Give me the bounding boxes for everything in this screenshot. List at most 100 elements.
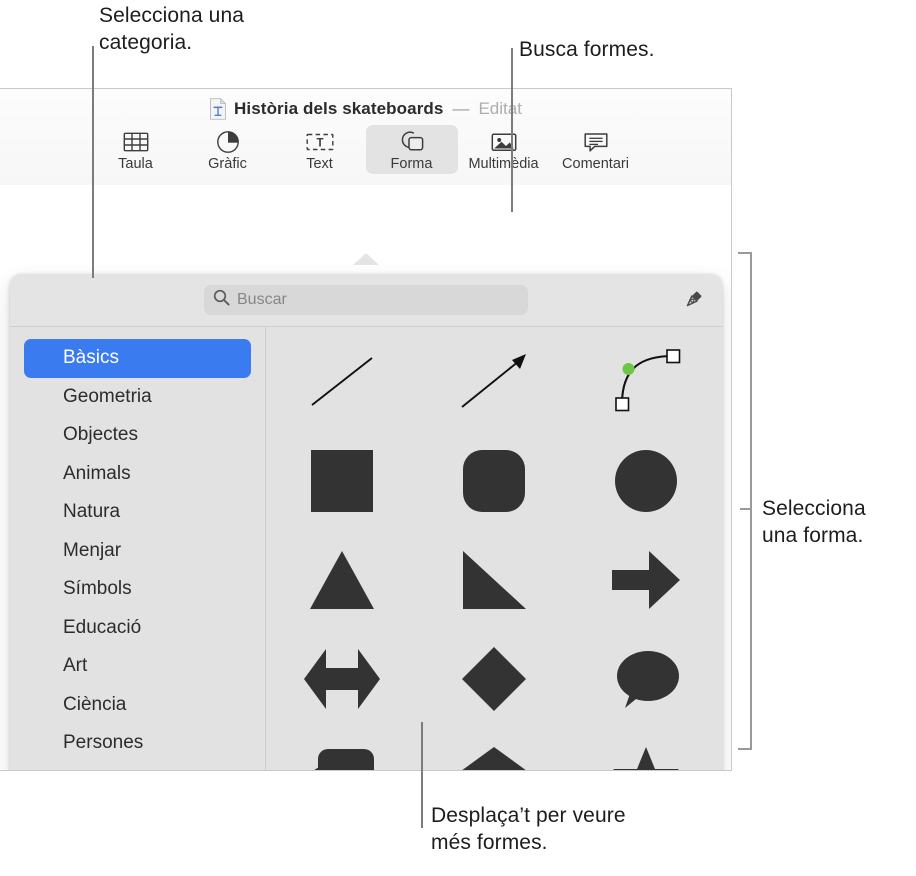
- toolbar-button-taula[interactable]: Taula: [90, 125, 182, 174]
- annotation-scroll: Desplaça’t per veure més formes.: [431, 804, 626, 854]
- toolbar-button-multimedia[interactable]: Multimèdia: [458, 125, 550, 174]
- toolbar-label: Gràfic: [208, 156, 247, 172]
- diamond-shape: [461, 646, 527, 717]
- sidebar-item-basics[interactable]: Bàsics: [24, 339, 251, 378]
- toolbar-button-grafic[interactable]: Gràfic: [182, 125, 274, 174]
- sidebar-item-geometria[interactable]: Geometria: [24, 378, 251, 417]
- comment-icon: [583, 129, 609, 155]
- arrow-line-shape: [451, 342, 537, 427]
- shape-cell[interactable]: [570, 434, 722, 533]
- sidebar-item-natura[interactable]: Natura: [24, 493, 251, 532]
- right-triangle-shape: [461, 549, 527, 616]
- shape-cell[interactable]: [418, 632, 570, 731]
- toolbar-button-comentari[interactable]: Comentari: [550, 125, 642, 174]
- text-box-icon: T: [306, 129, 334, 155]
- search-input[interactable]: Buscar: [204, 285, 528, 315]
- shape-cell[interactable]: [570, 335, 722, 434]
- sidebar-item-persones[interactable]: Persones: [24, 724, 251, 763]
- shape-cell[interactable]: [570, 731, 722, 770]
- speech-bubble-oval-shape: [612, 647, 680, 716]
- toolbar-label: Taula: [118, 156, 153, 172]
- document-title-row: Història dels skateboards — Editat: [0, 89, 731, 120]
- toolbar-label: Forma: [390, 156, 433, 172]
- square-shape: [309, 448, 375, 519]
- shape-cell[interactable]: [266, 533, 418, 632]
- document-status: Editat: [478, 98, 522, 118]
- popover-header: Buscar: [10, 274, 722, 327]
- annotation-category-leader: [92, 46, 94, 278]
- annotation-search: Busca formes.: [519, 38, 655, 61]
- circle-shape: [613, 448, 679, 519]
- sidebar-item-objectes[interactable]: Objectes: [24, 416, 251, 455]
- screenshot-root: Història dels skateboards — Editat Taula…: [0, 0, 916, 876]
- toolbar-label: Multimèdia: [468, 156, 539, 172]
- shape-cell[interactable]: [266, 632, 418, 731]
- annotation-category: Selecciona una categoria.: [99, 4, 245, 54]
- category-label: Bàsics: [63, 347, 119, 369]
- pentagon-shape: [460, 746, 528, 770]
- sidebar-item-llocs[interactable]: Llocs: [24, 763, 251, 771]
- toolbar-button-text[interactable]: T Text: [274, 125, 366, 174]
- category-label: Símbols: [63, 578, 132, 600]
- annotation-scroll-leader: [421, 722, 423, 828]
- svg-text:T: T: [316, 138, 323, 150]
- category-label: Educació: [63, 616, 142, 638]
- title-separator: —: [452, 98, 470, 118]
- search-icon: [213, 289, 230, 311]
- sidebar-item-animals[interactable]: Animals: [24, 455, 251, 494]
- shape-cell[interactable]: [418, 533, 570, 632]
- shape-cell[interactable]: [418, 434, 570, 533]
- document-title: Història dels skateboards: [234, 98, 444, 118]
- sidebar-item-art[interactable]: Art: [24, 647, 251, 686]
- chart-icon: [216, 129, 240, 155]
- pen-icon: [683, 288, 705, 315]
- draw-button[interactable]: [680, 287, 708, 315]
- popover-body: Bàsics Geometria Objectes Animals Natura…: [10, 327, 722, 771]
- annotation-search-leader: [511, 48, 513, 212]
- window-titlebar: Història dels skateboards — Editat Taula…: [0, 89, 731, 185]
- category-label: Objectes: [63, 424, 138, 446]
- star-shape: [611, 746, 681, 770]
- pages-document-icon: [209, 97, 227, 120]
- toolbar: Taula Gràfic T Text Forma Multimèdia Com…: [0, 125, 731, 174]
- shape-cell[interactable]: [266, 335, 418, 434]
- table-icon: [123, 129, 149, 155]
- rounded-square-shape: [461, 448, 527, 519]
- toolbar-button-forma[interactable]: Forma: [365, 125, 458, 174]
- annotation-shape: Selecciona una forma.: [762, 497, 866, 547]
- annotation-shape-leader: [740, 508, 752, 510]
- triangle-shape: [309, 549, 375, 616]
- search-placeholder: Buscar: [237, 291, 287, 308]
- app-window: Història dels skateboards — Editat Taula…: [0, 88, 732, 771]
- category-label: Art: [63, 655, 88, 677]
- shape-cell[interactable]: [418, 335, 570, 434]
- shape-cell[interactable]: [570, 632, 722, 731]
- shape-cell[interactable]: [266, 434, 418, 533]
- category-label: Animals: [63, 462, 131, 484]
- shape-cell[interactable]: [570, 533, 722, 632]
- double-arrow-shape: [303, 647, 381, 716]
- category-sidebar[interactable]: Bàsics Geometria Objectes Animals Natura…: [10, 327, 266, 771]
- bezier-curve-shape: [603, 342, 689, 427]
- category-label: Natura: [63, 501, 121, 523]
- shapes-popover: Buscar Bàsics Geometria Objectes Animals…: [10, 274, 722, 771]
- category-label: Menjar: [63, 539, 122, 561]
- category-label: Ciència: [63, 693, 127, 715]
- annotation-shape-bracket: [738, 252, 752, 750]
- popover-arrow: [353, 253, 379, 265]
- line-shape: [299, 342, 385, 427]
- shape-cell[interactable]: [266, 731, 418, 770]
- right-arrow-shape: [611, 549, 681, 616]
- sidebar-item-simbols[interactable]: Símbols: [24, 570, 251, 609]
- category-label: Geometria: [63, 385, 152, 407]
- sidebar-item-educacio[interactable]: Educació: [24, 609, 251, 648]
- category-label: Persones: [63, 732, 144, 754]
- speech-bubble-rect-shape: [307, 746, 377, 770]
- sidebar-item-ciencia[interactable]: Ciència: [24, 686, 251, 725]
- sidebar-item-menjar[interactable]: Menjar: [24, 532, 251, 571]
- shape-cell[interactable]: [418, 731, 570, 770]
- shapes-grid: [266, 327, 722, 770]
- shape-icon: [399, 129, 425, 155]
- toolbar-label: Text: [306, 156, 333, 172]
- toolbar-label: Comentari: [562, 156, 629, 172]
